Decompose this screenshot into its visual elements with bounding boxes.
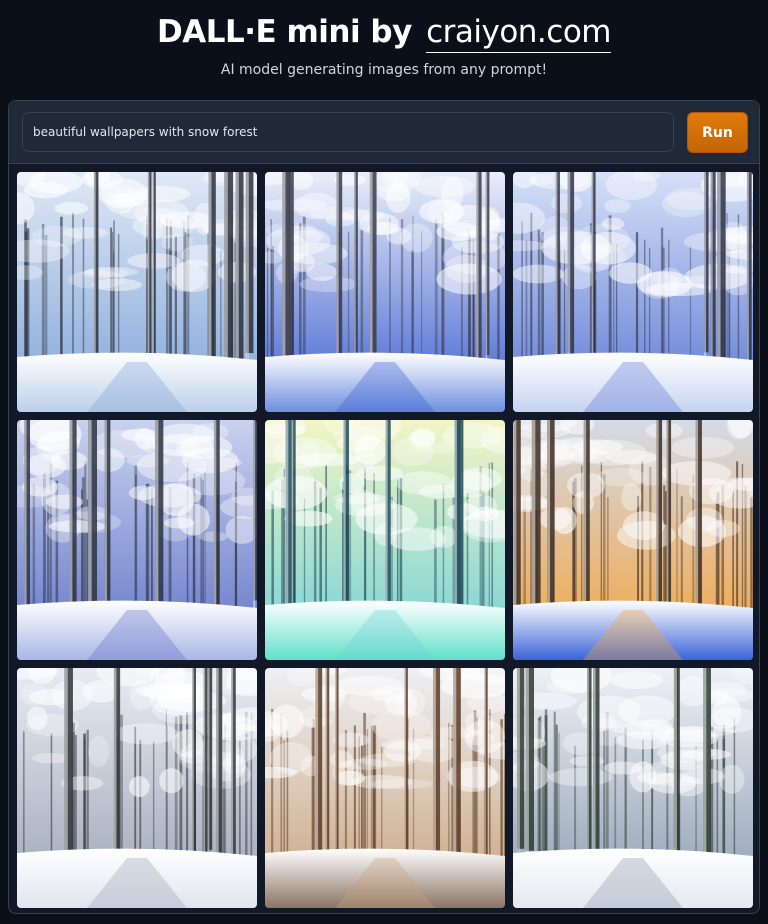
snow-forest-image-9[interactable] xyxy=(513,668,753,908)
page-header: DALL·E mini by craiyon.com AI model gene… xyxy=(0,0,768,88)
generator-panel: Run xyxy=(8,100,760,914)
snow-forest-image-4[interactable] xyxy=(17,420,257,660)
prompt-input[interactable] xyxy=(22,112,674,152)
snow-forest-image-3[interactable] xyxy=(513,172,753,412)
snow-forest-image-2[interactable] xyxy=(265,172,505,412)
snow-forest-image-6[interactable] xyxy=(513,420,753,660)
snow-forest-image-8[interactable] xyxy=(265,668,505,908)
snow-forest-image-5[interactable] xyxy=(265,420,505,660)
snow-forest-image-7[interactable] xyxy=(17,668,257,908)
snow-forest-image-1[interactable] xyxy=(17,172,257,412)
title-prefix: DALL·E mini by xyxy=(156,14,412,50)
run-button[interactable]: Run xyxy=(687,112,748,153)
prompt-row: Run xyxy=(9,101,759,164)
page-title: DALL·E mini by craiyon.com xyxy=(156,12,611,53)
image-grid xyxy=(17,172,753,908)
page-subtitle: AI model generating images from any prom… xyxy=(220,62,548,78)
craiyon-link[interactable]: craiyon.com xyxy=(426,14,611,53)
